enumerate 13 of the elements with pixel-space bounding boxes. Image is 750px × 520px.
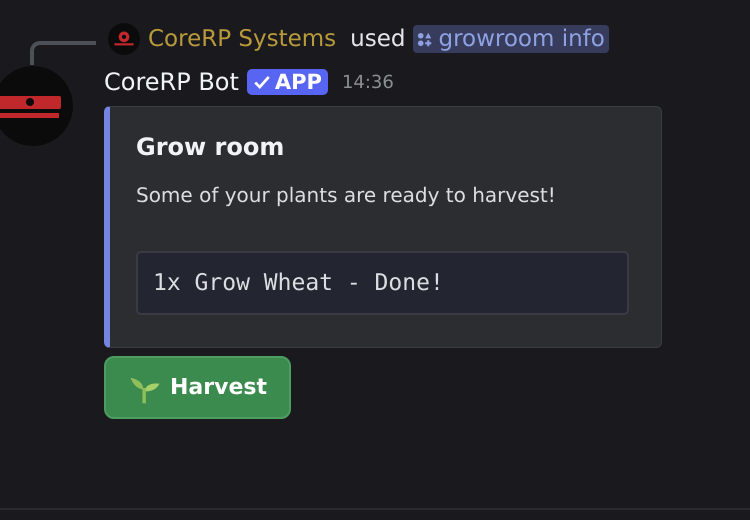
embed-title: Grow room xyxy=(136,133,286,161)
logo-icon xyxy=(0,66,73,146)
bot-name[interactable]: CoreRP Bot xyxy=(104,68,239,96)
code-block: 1x Grow Wheat - Done! xyxy=(136,251,629,315)
app-badge: APP xyxy=(246,69,328,95)
embed-description: Some of your plants are ready to harvest! xyxy=(136,183,557,207)
timestamp: 14:36 xyxy=(342,72,394,92)
harvest-button[interactable]: Harvest xyxy=(104,356,291,419)
apps-icon xyxy=(417,32,432,46)
reply-username[interactable]: CoreRP Systems xyxy=(148,26,336,52)
reply-action: used xyxy=(350,26,406,52)
logo-icon xyxy=(108,23,140,55)
command-chip[interactable]: growroom info xyxy=(413,25,609,53)
